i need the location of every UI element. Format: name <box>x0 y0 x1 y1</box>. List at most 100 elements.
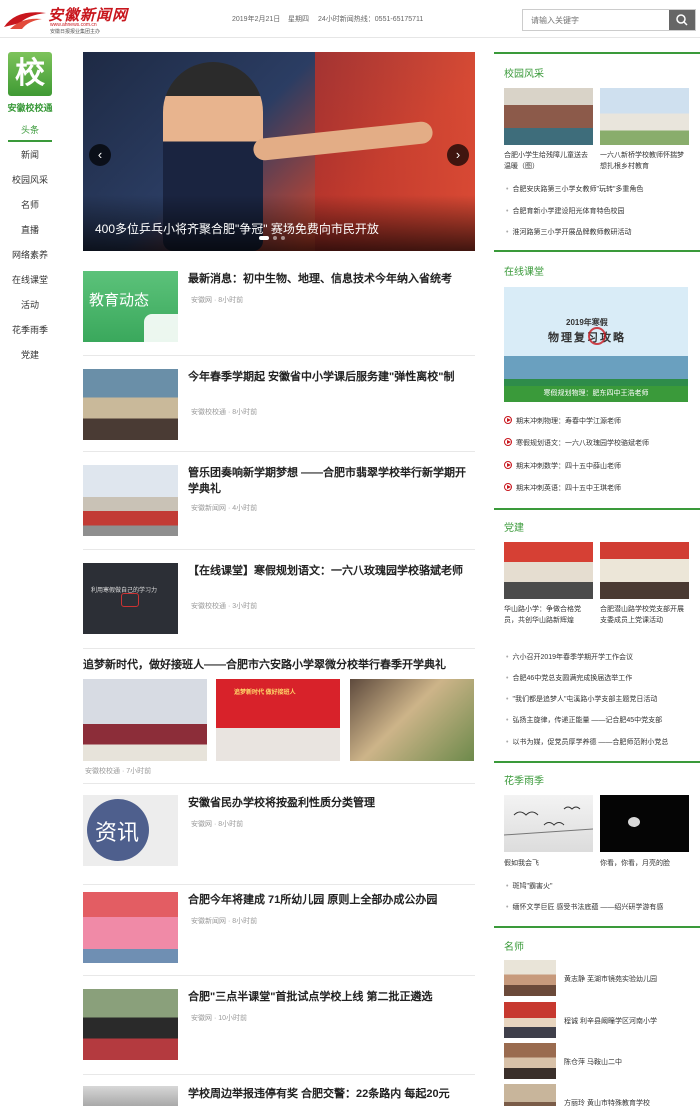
news-title[interactable]: 安徽省民办学校将按盈利性质分类管理 <box>188 795 475 811</box>
nav-item-activities[interactable]: 活动 <box>0 297 60 322</box>
news-item[interactable]: 资讯 安徽省民办学校将按盈利性质分类管理 安徽网 · 8小时前 <box>83 795 475 885</box>
section-title-youth[interactable]: 花季雨季 <box>504 772 544 787</box>
party-photo-caption[interactable]: 华山路小学：争做合格党员，共创华山路新辉煌 <box>504 604 593 626</box>
slider-prev-button[interactable]: ‹ <box>89 144 111 166</box>
news-title[interactable]: 【在线课堂】寒假规划语文：一六八玫瑰园学校骆斌老师 <box>188 563 475 579</box>
online-list-item[interactable]: 期末冲刺物理：寿春中学江源老师 <box>504 416 621 426</box>
news-item[interactable]: 利用寒假做自己的学习力 【在线课堂】寒假规划语文：一六八玫瑰园学校骆斌老师 安徽… <box>83 563 475 649</box>
news-thumb <box>83 465 178 536</box>
search-input[interactable] <box>523 10 669 30</box>
section-title-campus[interactable]: 校园风采 <box>504 65 544 80</box>
news-title[interactable]: 学校周边举报违停有奖 合肥交警：22条路内 每起20元 <box>188 1086 475 1102</box>
nav-item-literacy[interactable]: 网络素养 <box>0 247 60 272</box>
slider-dot[interactable] <box>281 236 285 240</box>
slider-next-button[interactable]: › <box>447 144 469 166</box>
channel-logo[interactable]: 校 <box>8 52 52 96</box>
youth-photo[interactable] <box>600 795 689 852</box>
nav-item-campus[interactable]: 校园风采 <box>0 172 60 197</box>
slider-dot[interactable] <box>259 236 269 240</box>
news-thumb <box>83 892 178 963</box>
youth-photo-caption[interactable]: 你看，你看，月亮的脸 <box>600 858 689 869</box>
party-list-item[interactable]: 六小召开2019年春季学期开学工作会议 <box>506 652 700 662</box>
campus-photo-caption[interactable]: 合肥小学生给残障儿童送去温暖（图） <box>504 150 593 172</box>
online-video[interactable]: 2019年寒假 物理复习攻略 寒假规划物理：肥东四中王浩老师 <box>504 287 688 402</box>
news-title[interactable]: 合肥今年将建成 71所幼儿园 原则上全部办成公办园 <box>188 892 475 908</box>
nav-item-teachers[interactable]: 名师 <box>0 197 60 222</box>
party-photo[interactable] <box>504 542 593 599</box>
party-list-item[interactable]: 弘扬主旋律，传递正能量 ——记合肥45中党支部 <box>506 715 700 725</box>
party-list-item[interactable]: "我们都是追梦人"屯溪路小学支部主题党日活动 <box>506 694 700 704</box>
news-thumb: 教育动态 <box>83 271 178 342</box>
section-divider <box>494 508 700 510</box>
teacher-name: 黄志静 芜湖市镜苑实验幼儿园 <box>564 976 657 983</box>
search-button[interactable] <box>669 10 695 30</box>
news-item[interactable]: 合肥"三点半课堂"首批试点学校上线 第二批正遴选 安徽网 · 10小时前 <box>83 989 475 1075</box>
news-thumb: 利用寒假做自己的学习力 <box>83 563 178 634</box>
teacher-item[interactable]: 方丽玲 黄山市特殊教育学校 <box>504 1084 700 1106</box>
thumb-label: 资讯 <box>95 820 140 845</box>
hero-caption[interactable]: 400多位乒乓小将齐聚合肥"争冠" 赛场免费向市民开放 <box>95 220 379 237</box>
campus-list-item[interactable]: 合肥安庆路第三小学女教师"玩转"多重角色 <box>506 184 700 194</box>
teacher-item[interactable]: 陈仓萍 马鞍山二中 <box>504 1043 700 1079</box>
campus-list-item[interactable]: 淮河路第三小学开展品牌教师教研活动 <box>506 227 700 237</box>
nav-item-party[interactable]: 党建 <box>0 347 60 372</box>
online-list-item[interactable]: 期末冲刺英语：四十五中王琪老师 <box>504 483 621 493</box>
teacher-photo <box>504 960 556 996</box>
nav-item-online-class[interactable]: 在线课堂 <box>0 272 60 297</box>
online-list-label: 期末冲刺物理：寿春中学江源老师 <box>516 418 621 425</box>
teacher-photo <box>504 1002 556 1038</box>
feature-photo[interactable] <box>83 679 207 761</box>
site-logo[interactable]: 安徽新闻网 www.ahnews.com.cn 安徽日报报业集团主办 <box>2 4 130 35</box>
campus-photo-caption[interactable]: 一六八新桥学校教师怀揣梦想扎根乡村教育 <box>600 150 689 172</box>
youth-list-item[interactable]: 斑鸠"霸害火" <box>506 881 700 891</box>
hero-slider[interactable]: 400多位乒乓小将齐聚合肥"争冠" 赛场免费向市民开放 ‹ › <box>83 52 475 251</box>
news-meta: 安徽校校通 · 3小时前 <box>191 603 258 610</box>
slider-dot[interactable] <box>273 236 277 240</box>
feature-title[interactable]: 追梦新时代，做好接班人——合肥市六安路小学翠微分校举行春季开学典礼 <box>83 656 475 672</box>
feature-photo[interactable] <box>350 679 474 761</box>
teacher-item[interactable]: 程诚 利辛县阚疃学区河南小学 <box>504 1002 700 1038</box>
birds-illustration <box>504 806 593 836</box>
youth-list-item[interactable]: 缅怀文学巨匠 感受书法底蕴 ——绍兴研学游有感 <box>506 902 700 912</box>
online-list-item[interactable]: 期末冲刺数学：四十五中薛山老师 <box>504 461 621 471</box>
news-item[interactable]: 今年春季学期起 安徽省中小学课后服务建"弹性离校"制 安徽校校通 · 8小时前 <box>83 369 475 452</box>
section-title-teachers[interactable]: 名师 <box>504 938 524 953</box>
feature-meta: 安徽校校通 · 7小时前 <box>85 768 152 775</box>
news-title[interactable]: 合肥"三点半课堂"首批试点学校上线 第二批正遴选 <box>188 989 475 1005</box>
news-item[interactable]: 合肥今年将建成 71所幼儿园 原则上全部办成公办园 安徽新闻网 · 8小时前 <box>83 892 475 976</box>
teacher-item[interactable]: 黄志静 芜湖市镜苑实验幼儿园 <box>504 960 700 996</box>
news-item[interactable]: 教育动态 最新消息：初中生物、地理、信息技术今年纳入省统考 安徽网 · 8小时前 <box>83 271 475 356</box>
nav-item-live[interactable]: 直播 <box>0 222 60 247</box>
party-list-item[interactable]: 以书为媒，促党员厚学养德 ——合肥师范附小党总 <box>506 737 700 747</box>
nav-item-youth[interactable]: 花季雨季 <box>0 322 60 347</box>
online-list-label: 寒假规划语文：一六八玫瑰园学校骆斌老师 <box>516 440 649 447</box>
news-item[interactable]: 管乐团奏响新学期梦想 ——合肥市翡翠学校举行新学期开学典礼 安徽新闻网 · 4小… <box>83 465 475 550</box>
feature-banner-text: 追梦新时代 做好接班人 <box>234 690 296 696</box>
channel-title[interactable]: 安徽校校通 <box>0 101 60 114</box>
site-header: 安徽新闻网 www.ahnews.com.cn 安徽日报报业集团主办 2019年… <box>0 0 700 38</box>
section-title-online[interactable]: 在线课堂 <box>504 263 544 278</box>
nav-item-news[interactable]: 新闻 <box>0 147 60 172</box>
news-title[interactable]: 最新消息：初中生物、地理、信息技术今年纳入省统考 <box>188 271 475 287</box>
campus-list-item[interactable]: 合肥育新小学建设阳光体育特色校园 <box>506 206 700 216</box>
youth-photo-caption[interactable]: 假如我会飞 <box>504 858 593 869</box>
feature-photo[interactable]: 追梦新时代 做好接班人 <box>216 679 340 761</box>
news-item[interactable]: 学校周边举报违停有奖 合肥交警：22条路内 每起20元 <box>83 1086 475 1106</box>
news-title[interactable]: 管乐团奏响新学期梦想 ——合肥市翡翠学校举行新学期开学典礼 <box>188 465 475 497</box>
online-list-label: 期末冲刺数学：四十五中薛山老师 <box>516 463 621 470</box>
news-title[interactable]: 今年春季学期起 安徽省中小学课后服务建"弹性离校"制 <box>188 369 475 385</box>
campus-photo[interactable] <box>504 88 593 145</box>
news-meta: 安徽新闻网 · 4小时前 <box>191 505 258 512</box>
youth-photo[interactable] <box>504 795 593 852</box>
teacher-name: 陈仓萍 马鞍山二中 <box>564 1059 622 1066</box>
search-box <box>522 9 696 31</box>
online-list-item[interactable]: 寒假规划语文：一六八玫瑰园学校骆斌老师 <box>504 438 649 448</box>
party-photo[interactable] <box>600 542 689 599</box>
party-photo-caption[interactable]: 合肥潜山路学校党支部开展支委成员上党课活动 <box>600 604 689 626</box>
nav-item-headline[interactable]: 头条 <box>8 122 52 142</box>
news-meta: 安徽网 · 10小时前 <box>191 1015 248 1022</box>
section-title-party[interactable]: 党建 <box>504 519 524 534</box>
party-list-item[interactable]: 合肥46中党总支圆满完成换届选举工作 <box>506 673 700 683</box>
campus-photo[interactable] <box>600 88 689 145</box>
teacher-name: 方丽玲 黄山市特殊教育学校 <box>564 1100 650 1106</box>
